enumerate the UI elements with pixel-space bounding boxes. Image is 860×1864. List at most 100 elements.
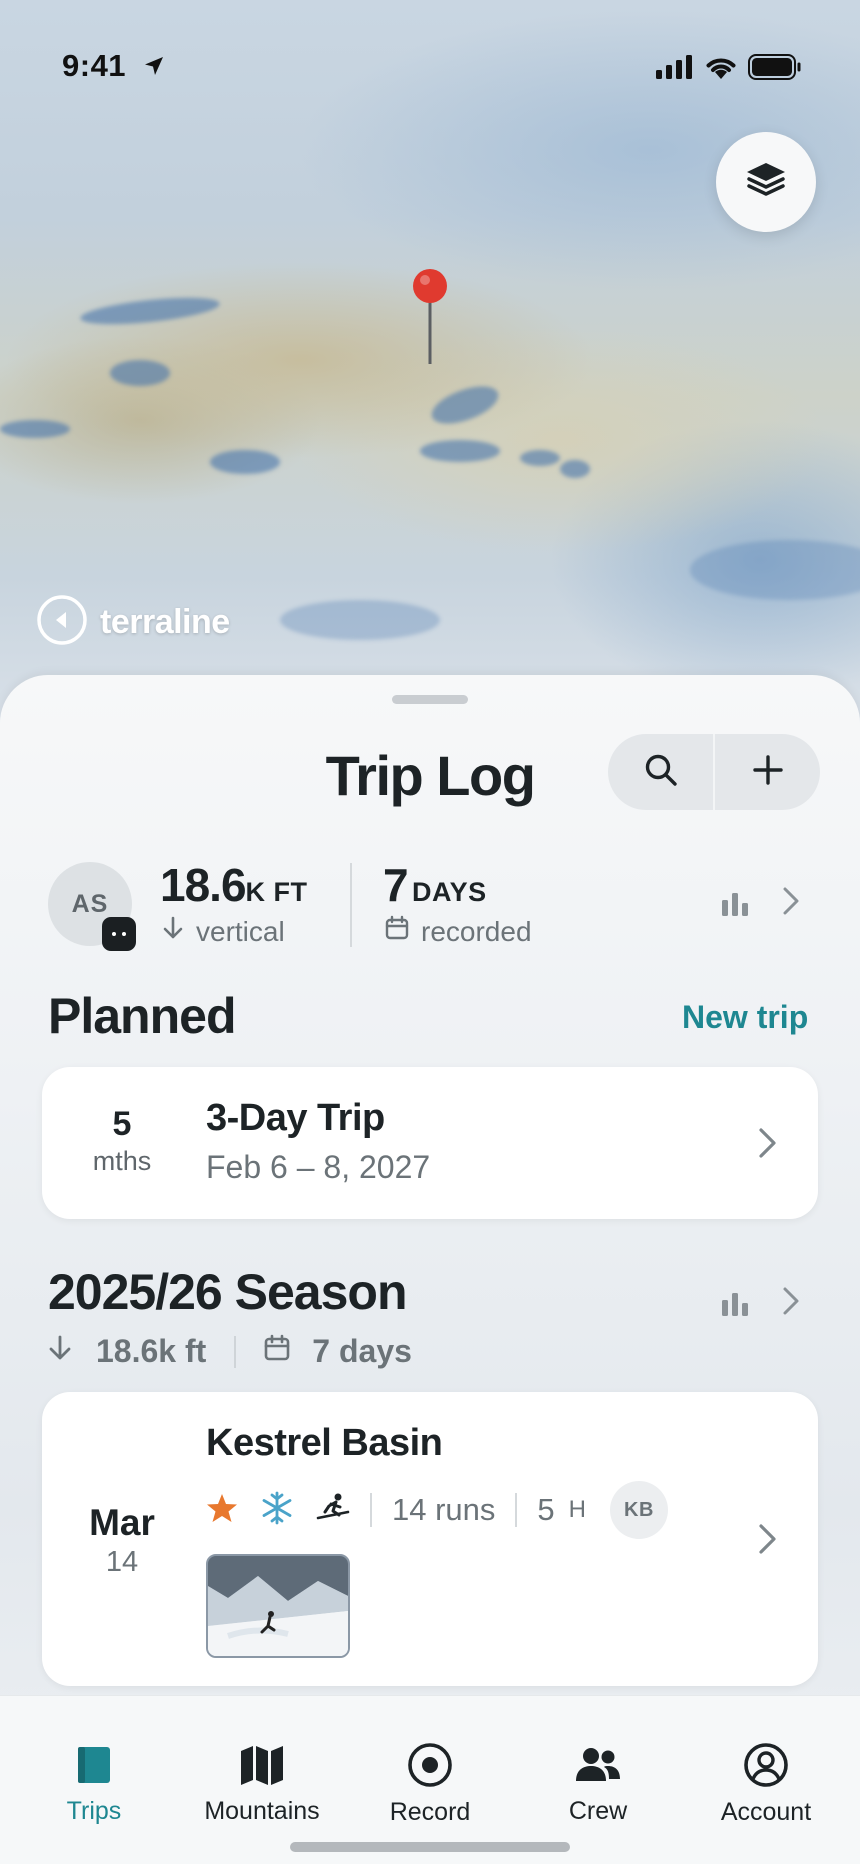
map-view[interactable]: 9:41 terraline	[0, 0, 860, 720]
skier-icon	[316, 1492, 350, 1529]
terrain-shadow	[110, 360, 170, 386]
terrain-shadow	[520, 450, 560, 466]
sheet-grabber[interactable]	[392, 695, 468, 704]
vertical-stat: 18.6K FT	[160, 858, 308, 912]
terrain-shadow	[426, 378, 504, 432]
cellular-signal-icon	[656, 55, 694, 84]
location-arrow-icon	[142, 54, 166, 83]
vertical-caption: vertical	[162, 915, 285, 948]
crew-icon	[575, 1742, 621, 1787]
terrain-shadow	[560, 460, 590, 478]
trip-date: Mar 14	[42, 1502, 202, 1579]
terrain-shadow	[420, 440, 500, 462]
chevron-right-icon	[758, 1127, 778, 1164]
trip-meta: 14 runs 5 H KB	[206, 1481, 668, 1539]
terrain-shadow	[79, 292, 221, 330]
tab-mountains[interactable]: Mountains	[176, 1696, 348, 1826]
planned-trip-card[interactable]: 5 mths 3-Day Trip Feb 6 – 8, 2027	[42, 1067, 818, 1219]
trip-dates: Feb 6 – 8, 2027	[206, 1149, 431, 1185]
season-summary: 18.6k ft 7 days	[48, 1333, 412, 1370]
chevron-right-icon	[758, 1523, 778, 1560]
days-value: 7	[383, 859, 409, 911]
days-caption: recorded	[385, 915, 532, 948]
terrain-shadow	[210, 450, 280, 474]
tab-account[interactable]: Account	[680, 1696, 852, 1826]
back-arrow-icon	[36, 594, 88, 651]
trip-card[interactable]: Mar 14 Kestrel Basin 14 runs 5 H KB	[42, 1392, 818, 1686]
stats-divider	[350, 863, 352, 947]
season-heading: 2025/26 Season	[48, 1264, 407, 1320]
tab-bar: Trips Mountains Record Crew Account	[0, 1695, 860, 1864]
status-time: 9:41	[62, 48, 127, 83]
bar-chart-icon	[721, 1290, 749, 1321]
vertical-value: 18.6	[160, 859, 247, 911]
chevron-right-icon	[782, 886, 800, 921]
countdown-value: 5	[112, 1105, 132, 1143]
season-vertical: 18.6k ft	[96, 1333, 207, 1369]
season-meta-divider	[234, 1335, 237, 1368]
trip-hours-value: 5	[537, 1492, 555, 1527]
brand-link[interactable]: terraline	[36, 594, 230, 651]
arrow-down-icon	[48, 1333, 72, 1370]
trip-hours-unit: H	[568, 1496, 586, 1523]
brand-name: terraline	[100, 603, 230, 641]
trip-runs: 14 runs	[392, 1492, 496, 1527]
tab-label: Crew	[568, 1797, 628, 1825]
arrow-down-icon	[162, 915, 184, 948]
trip-title: Kestrel Basin	[206, 1422, 443, 1464]
chevron-right-icon	[782, 1286, 800, 1321]
vertical-unit: K FT	[245, 877, 308, 907]
title-actions	[608, 734, 820, 810]
tab-label: Record	[389, 1798, 471, 1826]
trip-log-sheet: Trip Log AS 18.6K FT vertical 7 DAYS rec…	[0, 675, 860, 1864]
terrain-shadow	[280, 600, 440, 640]
avatar-badge	[102, 917, 136, 951]
stats-chevron-button[interactable]	[776, 878, 806, 928]
plus-icon	[752, 754, 784, 791]
map-pin-marker[interactable]	[412, 268, 448, 368]
battery-icon	[748, 54, 802, 85]
planned-heading: Planned	[48, 988, 236, 1044]
season-days: 7 days	[312, 1333, 412, 1369]
stats-chart-button[interactable]	[716, 880, 754, 930]
star-icon	[206, 1492, 238, 1529]
tab-crew[interactable]: Crew	[512, 1696, 684, 1826]
crew-avatar[interactable]: KB	[610, 1481, 668, 1539]
map-layers-button[interactable]	[716, 132, 816, 232]
meta-divider	[370, 1493, 372, 1527]
days-label: recorded	[421, 915, 532, 947]
meta-divider	[515, 1493, 518, 1527]
map-icon	[239, 1742, 285, 1787]
wifi-icon	[704, 54, 738, 85]
search-icon	[644, 753, 678, 792]
home-indicator	[290, 1842, 570, 1852]
trip-day: 14	[105, 1546, 139, 1578]
account-icon	[743, 1742, 789, 1788]
trip-photo-thumbnail[interactable]	[206, 1554, 350, 1658]
calendar-icon	[385, 915, 409, 948]
trip-month: Mar	[89, 1502, 155, 1543]
calendar-icon	[264, 1333, 290, 1370]
trip-countdown: 5 mths	[42, 1067, 202, 1177]
trip-title: 3-Day Trip	[206, 1097, 385, 1139]
days-stat: 7 DAYS	[383, 858, 487, 912]
tab-record[interactable]: Record	[344, 1696, 516, 1826]
terrain-shadow	[0, 420, 70, 438]
trips-icon	[74, 1742, 114, 1787]
layers-icon	[744, 160, 788, 205]
new-trip-link[interactable]: New trip	[682, 999, 808, 1036]
tab-label: Account	[720, 1798, 812, 1826]
snowflake-icon	[260, 1491, 294, 1530]
days-unit: DAYS	[412, 877, 487, 907]
search-button[interactable]	[608, 734, 713, 810]
status-indicators	[656, 54, 802, 85]
terrain-shadow	[690, 540, 860, 600]
add-trip-button[interactable]	[715, 734, 820, 810]
tab-label: Trips	[66, 1797, 122, 1825]
countdown-unit: mths	[92, 1146, 152, 1176]
season-chart-button[interactable]	[716, 1280, 754, 1330]
vertical-label: vertical	[196, 915, 285, 947]
tab-label: Mountains	[204, 1797, 320, 1825]
season-chevron-button[interactable]	[776, 1278, 806, 1328]
tab-trips[interactable]: Trips	[8, 1696, 180, 1826]
